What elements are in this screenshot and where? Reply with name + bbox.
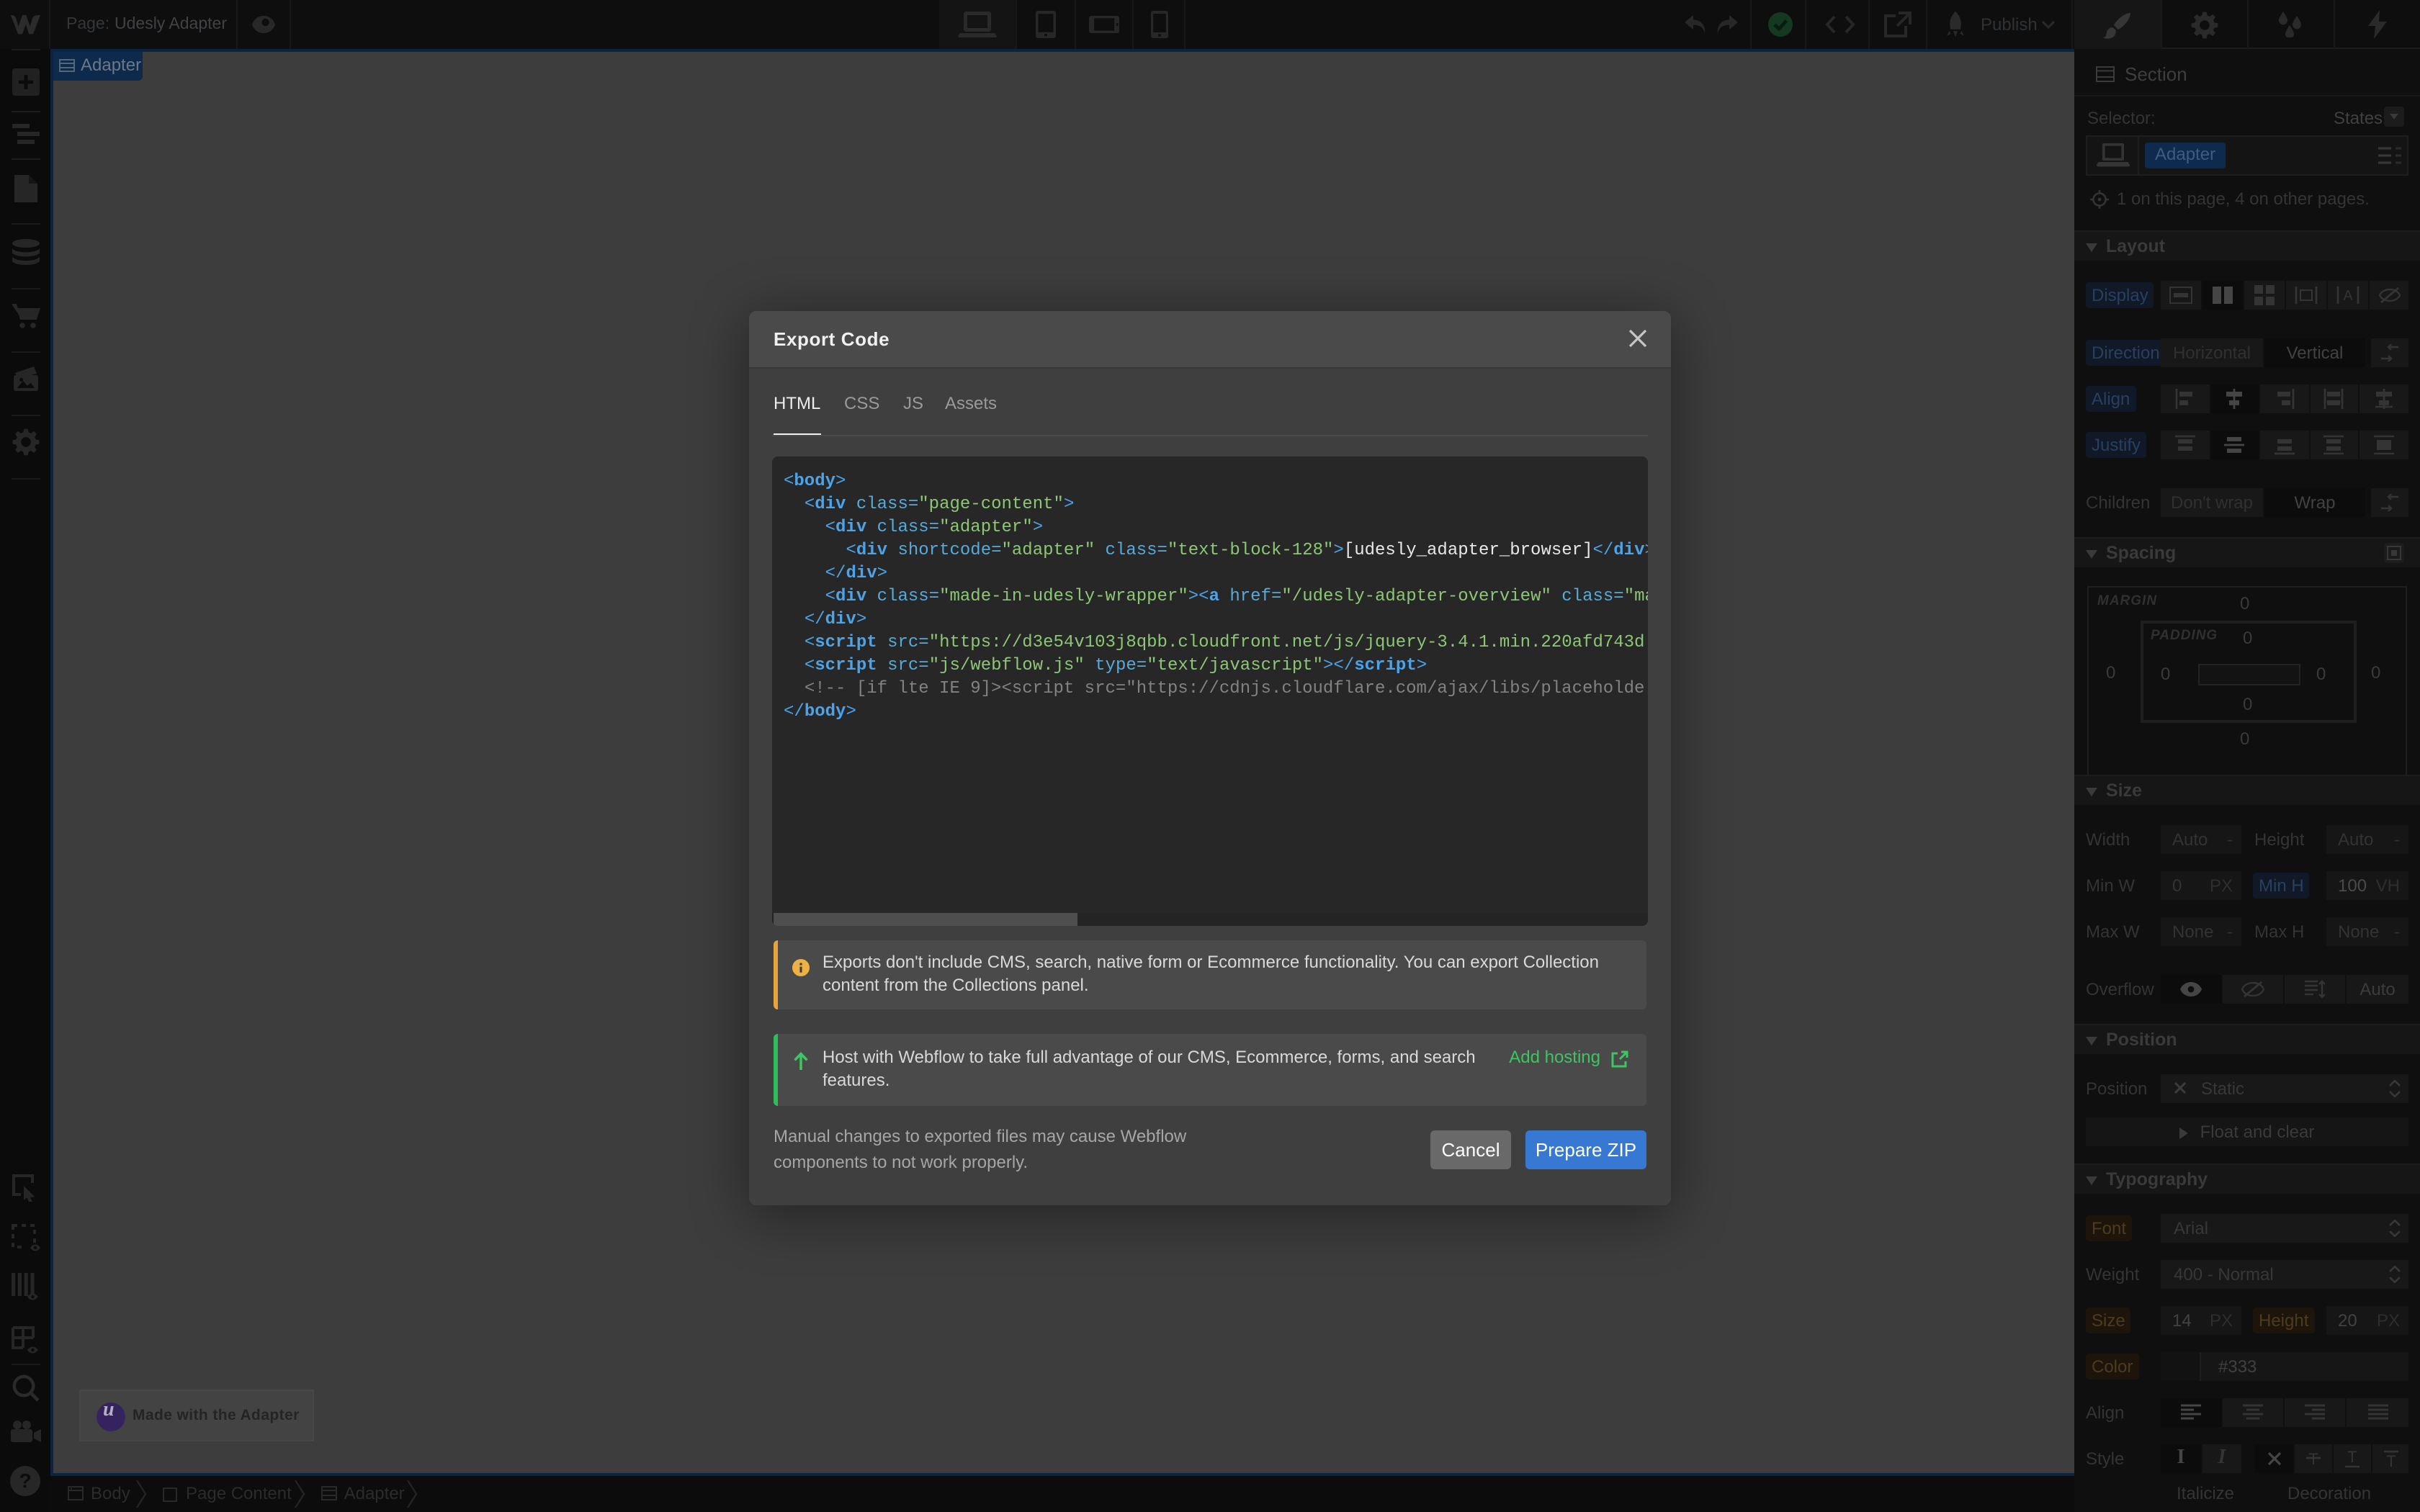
svg-text:T: T: [2347, 1449, 2357, 1465]
svg-text:T: T: [2385, 1452, 2395, 1467]
svg-text:A: A: [2343, 288, 2353, 304]
